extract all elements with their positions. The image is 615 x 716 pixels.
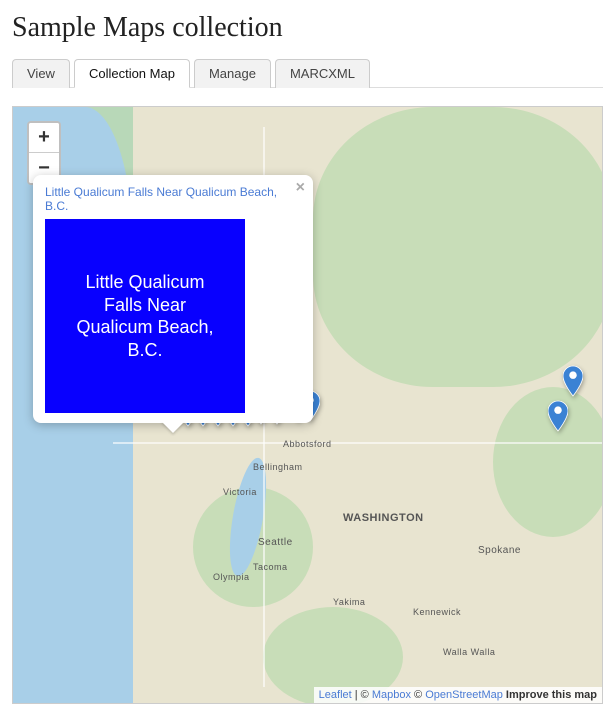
close-icon[interactable]: × — [296, 179, 305, 197]
map-marker[interactable] — [548, 400, 568, 432]
label-abbotsford: Abbotsford — [283, 439, 332, 449]
label-tacoma: Tacoma — [253, 562, 288, 572]
label-seattle: Seattle — [258, 537, 293, 548]
tab-manage[interactable]: Manage — [194, 59, 271, 88]
popup-title-link[interactable]: Little Qualicum Falls Near Qualicum Beac… — [45, 185, 301, 213]
osm-link[interactable]: OpenStreetMap — [425, 689, 503, 701]
popup-tip — [161, 421, 185, 433]
tab-collection-map[interactable]: Collection Map — [74, 59, 190, 88]
leaflet-link[interactable]: Leaflet — [319, 689, 352, 701]
map[interactable]: WASHINGTON Seattle Spokane Victoria Taco… — [12, 106, 603, 704]
improve-map-link[interactable]: Improve this map — [503, 689, 597, 701]
label-olympia: Olympia — [213, 572, 250, 582]
zoom-in-button[interactable]: + — [29, 123, 59, 153]
map-marker[interactable] — [563, 365, 583, 397]
label-spokane: Spokane — [478, 545, 521, 556]
page-title: Sample Maps collection — [12, 12, 603, 44]
map-attribution: Leaflet | © Mapbox © OpenStreetMap Impro… — [314, 687, 602, 703]
popup-thumbnail[interactable]: Little Qualicum Falls Near Qualicum Beac… — [45, 219, 245, 413]
label-kennewick: Kennewick — [413, 607, 461, 617]
label-wallawalla: Walla Walla — [443, 647, 495, 657]
label-yakima: Yakima — [333, 597, 365, 607]
label-washington: WASHINGTON — [343, 512, 424, 524]
label-victoria: Victoria — [223, 487, 257, 497]
tab-marcxml[interactable]: MARCXML — [275, 59, 370, 88]
tab-bar: View Collection Map Manage MARCXML — [12, 58, 603, 88]
tab-view[interactable]: View — [12, 59, 70, 88]
label-bellingham: Bellingham — [253, 462, 303, 472]
map-popup: × Little Qualicum Falls Near Qualicum Be… — [33, 175, 313, 423]
mapbox-link[interactable]: Mapbox — [372, 689, 411, 701]
